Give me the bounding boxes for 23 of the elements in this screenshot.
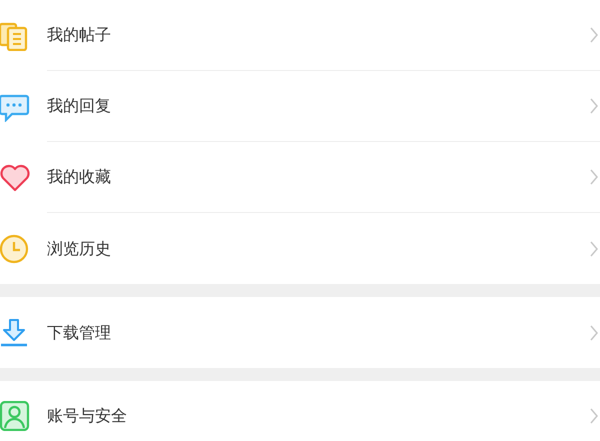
menu-item[interactable]: 账号与安全 (0, 381, 600, 441)
document-icon (0, 20, 30, 50)
chevron-icon (590, 27, 598, 43)
menu-item[interactable]: 下载管理 (0, 297, 600, 368)
chevron-icon (590, 98, 598, 114)
chevron-icon (590, 169, 598, 185)
menu-label: 浏览历史 (47, 238, 112, 260)
menu-label: 我的回复 (47, 95, 112, 117)
menu-item[interactable]: 我的帖子 (0, 0, 600, 71)
menu-item[interactable]: 我的收藏 (0, 142, 600, 213)
chevron-icon (590, 324, 598, 340)
person-icon (0, 401, 30, 431)
heart-icon (0, 162, 30, 192)
clock-icon (0, 234, 30, 264)
chevron-icon (590, 408, 598, 424)
chevron-icon (590, 240, 598, 256)
menu-item[interactable]: 浏览历史 (0, 213, 600, 284)
menu-label: 我的帖子 (47, 24, 112, 46)
download-icon (0, 318, 30, 348)
menu-label: 下载管理 (47, 322, 112, 344)
menu-label: 我的收藏 (47, 166, 112, 188)
menu-label: 账号与安全 (47, 405, 128, 427)
menu-item[interactable]: 我的回复 (0, 71, 600, 142)
